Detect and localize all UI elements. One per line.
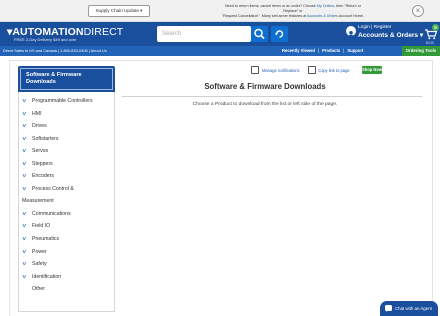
- sidebar-item-process-control[interactable]: v Process Control &: [19, 183, 114, 195]
- page-title: Software & Firmware Downloads: [204, 82, 326, 91]
- delivery-tagline: FREE 2-Day Delivery $49 and over: [14, 37, 77, 42]
- sidebar-item-drives[interactable]: v Drives: [19, 120, 114, 132]
- accounts-orders-label: Accounts & Orders: [358, 32, 419, 39]
- chat-bubble-icon: [385, 305, 392, 312]
- sidebar-list: v Programmable Controllers v HMI v Drives v…: [18, 92, 115, 312]
- notification-icon[interactable]: [251, 66, 259, 74]
- primary-nav: Recently Viewed | Products | Support: [282, 46, 363, 56]
- notice-text: Need to return items, cancel items or an…: [225, 4, 316, 8]
- page-description: Choose a Product to download from the li…: [192, 102, 338, 107]
- chevron-down-icon: v: [22, 249, 27, 255]
- chevron-down-icon: v: [22, 161, 27, 167]
- search-icon: [254, 28, 265, 40]
- sidebar-item-power[interactable]: v Power: [19, 246, 114, 258]
- nav-recently-viewed[interactable]: Recently Viewed: [282, 48, 315, 53]
- chevron-down-icon: v: [22, 123, 27, 129]
- sidebar-item-pneumatics[interactable]: v Pneumatics: [19, 233, 114, 245]
- nav-separator: |: [317, 48, 320, 53]
- chevron-down-icon: v: [22, 186, 27, 192]
- contact-info: Direct Sales in US and Canada | 1-800-63…: [3, 48, 107, 53]
- chevron-down-icon: v: [22, 136, 27, 142]
- reorder-button[interactable]: [271, 26, 288, 42]
- copy-link-button[interactable]: Copy link to page: [318, 67, 350, 74]
- nav-products[interactable]: Products: [322, 48, 340, 53]
- chat-label: Chat with an Agent: [395, 306, 432, 311]
- sidebar-item-steppers[interactable]: v Steppers: [19, 158, 114, 170]
- chevron-down-icon: v: [22, 261, 27, 267]
- sidebar-title[interactable]: Software & Firmware Downloads: [20, 68, 113, 90]
- sidebar: Software & Firmware Downloads v Programma…: [18, 66, 115, 316]
- sidebar-item-field-io[interactable]: v Field IO: [19, 220, 114, 232]
- accounts-orders-menu[interactable]: Accounts & Orders ▾: [358, 32, 423, 40]
- chevron-down-icon: v: [22, 111, 27, 117]
- user-icon[interactable]: [346, 26, 356, 38]
- sidebar-item-label: HMI: [32, 111, 42, 117]
- chevron-down-icon: v: [22, 173, 27, 179]
- accounts-orders-link[interactable]: Accounts & Orders: [307, 14, 338, 18]
- logo-text-light: DIRECT: [83, 26, 124, 38]
- supply-chain-update-button[interactable]: Supply Chain Update ▾: [88, 5, 150, 17]
- chevron-down-icon: v: [22, 211, 27, 217]
- notice-text: "Request Cancellation". Many self-serve …: [221, 14, 307, 18]
- supply-chain-update-label: Supply Chain Update: [95, 8, 139, 13]
- site-logo[interactable]: ▾AUTOMATIONDIRECT: [7, 26, 124, 38]
- sidebar-item-label: Identification: [32, 274, 62, 280]
- chevron-down-icon: v: [22, 98, 27, 104]
- chevron-down-icon: v: [22, 148, 27, 154]
- nav-separator: |: [343, 48, 345, 53]
- search-input[interactable]: Search: [157, 26, 251, 42]
- sidebar-item-hmi[interactable]: v HMI: [19, 108, 114, 120]
- sidebar-item-label: Steppers: [32, 161, 53, 167]
- cart-total: $0.00: [426, 41, 434, 45]
- refresh-icon: [275, 30, 284, 38]
- sidebar-item-label: Pneumatics: [32, 236, 60, 242]
- close-notice-icon[interactable]: ×: [412, 5, 424, 17]
- site-header: ▾AUTOMATIONDIRECT FREE 2-Day Delivery $4…: [0, 22, 440, 46]
- sidebar-item-process-control-continued[interactable]: Measurement: [19, 195, 114, 207]
- shop-now-button[interactable]: Shop Now: [362, 66, 382, 74]
- sidebar-item-label: Programmable Controllers: [32, 98, 93, 104]
- nav-support[interactable]: Support: [347, 48, 363, 53]
- ordering-tools-button[interactable]: Ordering Tools: [402, 46, 440, 56]
- sidebar-item-label: Power: [32, 249, 47, 255]
- top-notice-bar: Supply Chain Update ▾ Need to return ite…: [0, 0, 440, 22]
- returns-notice: Need to return items, cancel items or an…: [218, 4, 368, 19]
- copy-link-icon[interactable]: [308, 66, 316, 74]
- login-register-link[interactable]: Login | Register: [358, 25, 392, 31]
- chevron-down-icon: v: [22, 274, 27, 280]
- sidebar-item-softstarters[interactable]: v Softstarters: [19, 133, 114, 145]
- sidebar-item-label: Communications: [32, 211, 71, 217]
- search-button[interactable]: [251, 26, 268, 42]
- sidebar-item-safety[interactable]: v Safety: [19, 258, 114, 270]
- nav-strip: Direct Sales in US and Canada | 1-800-63…: [0, 46, 440, 56]
- sidebar-item-label: Drives: [32, 123, 47, 129]
- sidebar-item-encoders[interactable]: v Encoders: [19, 170, 114, 182]
- sidebar-item-label: Servos: [32, 148, 49, 154]
- sidebar-item-label: Safety: [32, 261, 47, 267]
- chevron-down-icon: v: [22, 236, 27, 242]
- chat-with-agent-button[interactable]: Chat with an Agent: [380, 301, 438, 316]
- my-orders-link[interactable]: My Orders: [317, 4, 334, 8]
- sidebar-item-programmable-controllers[interactable]: v Programmable Controllers: [19, 95, 114, 107]
- sidebar-item-label: Encoders: [32, 173, 54, 179]
- sidebar-item-label: Process Control &: [32, 186, 74, 192]
- title-divider: [122, 96, 422, 97]
- sidebar-item-servos[interactable]: v Servos: [19, 145, 114, 157]
- cart-count-badge: 0: [432, 24, 439, 31]
- sidebar-item-communications[interactable]: v Communications: [19, 208, 114, 220]
- sidebar-item-label: Softstarters: [32, 136, 59, 142]
- sidebar-item-label: Field IO: [32, 223, 51, 229]
- chevron-down-icon: v: [22, 223, 27, 229]
- manage-notifications-link[interactable]: Manage notifications: [262, 67, 300, 74]
- sidebar-item-other[interactable]: Other: [19, 283, 114, 295]
- sidebar-header: Software & Firmware Downloads: [18, 66, 115, 92]
- notice-text: Account Home.: [338, 14, 365, 18]
- sidebar-item-identification[interactable]: v Identification: [19, 271, 114, 283]
